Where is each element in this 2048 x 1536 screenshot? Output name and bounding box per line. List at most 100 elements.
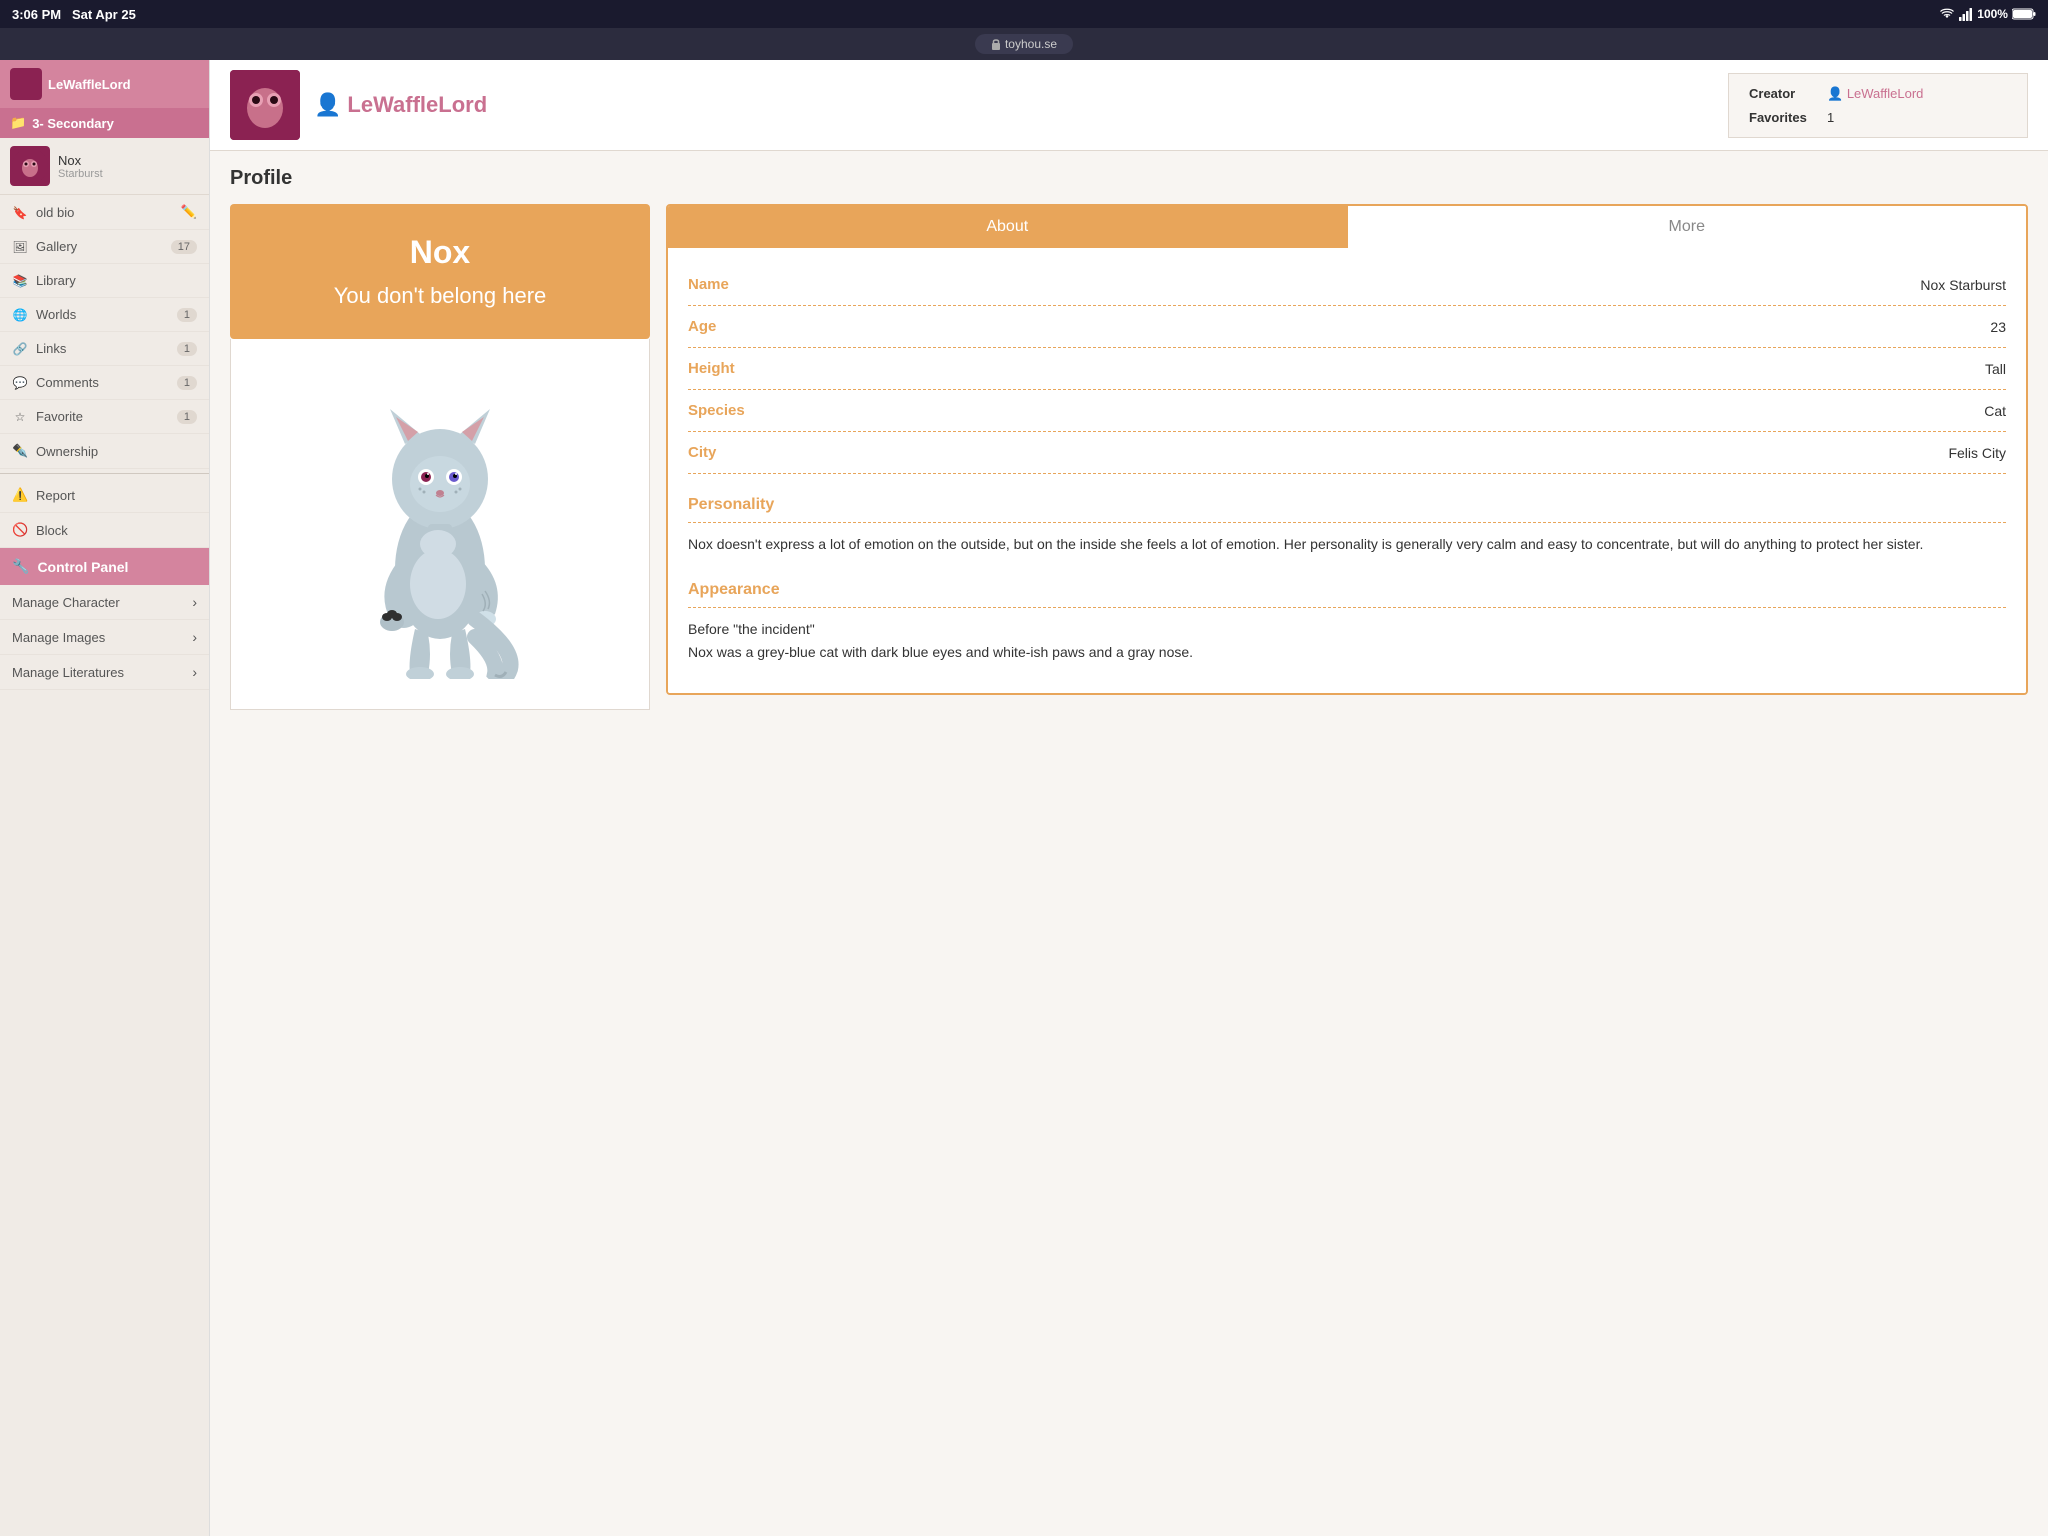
char-illustration [320,359,560,679]
nav-label-library: Library [36,273,76,288]
chevron-right-icon-2 [192,629,197,645]
nav-label-comments: Comments [36,375,99,390]
char-thumb [10,146,50,186]
url-text: toyhou.se [1005,37,1057,51]
sidebar-char-name: Nox [58,153,103,168]
field-label-city: City [688,444,716,461]
favorites-row: Favorites 1 [1749,110,2007,125]
sidebar-manage-literatures[interactable]: Manage Literatures [0,655,209,690]
banner-name: Nox [250,234,630,271]
personality-text: Nox doesn't express a lot of emotion on … [688,533,2006,555]
sidebar-item-report[interactable]: ⚠️ Report [0,478,209,513]
main-content: 👤 LeWaffleLord Creator 👤 LeWaffleLord Fa… [210,60,2048,1536]
block-icon: 🚫 [12,522,28,538]
favorites-count: 1 [1827,110,1834,125]
sidebar-item-ownership[interactable]: ✒️ Ownership [0,434,209,469]
ownership-icon: ✒️ [12,443,28,459]
field-label-name: Name [688,276,729,293]
nav-label-favorite: Favorite [36,409,83,424]
sidebar-user-header[interactable]: LeWaffleLord [0,60,209,108]
lock-icon [991,38,1001,50]
sidebar-control-panel: 🔧 Control Panel [0,548,209,585]
edit-icon[interactable]: ✏️ [181,204,197,220]
worlds-badge: 1 [177,308,197,322]
field-value-city: Felis City [1948,445,2006,461]
char-header-img [230,70,300,140]
field-value-age: 23 [1990,319,2006,335]
creator-name: 👤 LeWaffleLord [1827,86,1923,102]
field-row-city: City Felis City [688,432,2006,474]
char-header-username: LeWaffleLord [347,92,487,118]
info-panel: About More Name Nox Starburst Age 23 [666,204,2028,695]
signal-icon [1959,7,1973,21]
gallery-badge: 17 [171,240,197,254]
sidebar-folder[interactable]: 📁 3- Secondary [0,108,209,138]
profile-section: Profile Nox You don't belong here [210,151,2048,726]
sidebar-manage-character[interactable]: Manage Character [0,585,209,620]
sidebar-username: LeWaffleLord [48,77,131,92]
sidebar: LeWaffleLord 📁 3- Secondary Nox St [0,60,210,1536]
appearance-header: Appearance [688,569,2006,608]
sidebar-item-gallery[interactable]: Gallery 17 [0,230,209,264]
nav-label-report: Report [36,488,75,503]
status-time: 3:06 PM Sat Apr 25 [12,7,136,22]
url-bar[interactable]: toyhou.se [0,28,2048,60]
app-layout: LeWaffleLord 📁 3- Secondary Nox St [0,60,2048,1536]
tab-about[interactable]: About [668,206,1347,248]
favorite-badge: 1 [177,410,197,424]
creator-row: Creator 👤 LeWaffleLord [1749,86,2007,102]
personality-header: Personality [688,484,2006,523]
sidebar-char-subtitle: Starburst [58,168,103,180]
book-icon [12,273,28,288]
folder-label: 3- Secondary [32,116,114,131]
chevron-right-icon-3 [192,664,197,680]
field-row-height: Height Tall [688,348,2006,390]
field-row-species: Species Cat [688,390,2006,432]
sidebar-item-comments[interactable]: Comments 1 [0,366,209,400]
char-header-bar: 👤 LeWaffleLord Creator 👤 LeWaffleLord Fa… [210,60,2048,151]
field-value-height: Tall [1985,361,2006,377]
sidebar-character-item[interactable]: Nox Starburst [0,138,209,195]
sidebar-item-favorite[interactable]: Favorite 1 [0,400,209,434]
folder-icon: 📁 [10,115,26,131]
field-label-height: Height [688,360,735,377]
left-panel: Nox You don't belong here [230,204,650,710]
tab-more[interactable]: More [1347,206,2027,248]
info-tabs: About More [668,206,2026,248]
sidebar-manage-images[interactable]: Manage Images [0,620,209,655]
wifi-icon [1939,8,1955,20]
field-value-species: Cat [1984,403,2006,419]
nav-label-ownership: Ownership [36,444,98,459]
wrench-icon: 🔧 [12,558,29,575]
personality-section: Personality Nox doesn't express a lot of… [688,474,2006,555]
link-icon [12,341,28,356]
creator-box: Creator 👤 LeWaffleLord Favorites 1 [1728,73,2028,138]
nav-label-old-bio: old bio [36,205,74,220]
manage-character-label: Manage Character [12,595,120,610]
sidebar-item-links[interactable]: Links 1 [0,332,209,366]
control-panel-label: Control Panel [37,559,128,575]
photo-icon [12,239,28,254]
banner-tagline: You don't belong here [250,283,630,309]
appearance-text: Before "the incident"Nox was a grey-blue… [688,618,2006,663]
field-row-age: Age 23 [688,306,2006,348]
char-header-thumb [230,70,300,140]
url-pill[interactable]: toyhou.se [975,34,1073,54]
nav-label-gallery: Gallery [36,239,77,254]
nav-label-block: Block [36,523,68,538]
field-value-name: Nox Starburst [1920,277,2006,293]
info-content: Name Nox Starburst Age 23 Height Tall [668,248,2026,693]
manage-literatures-label: Manage Literatures [12,665,124,680]
sidebar-item-worlds[interactable]: Worlds 1 [0,298,209,332]
profile-title: Profile [230,167,2028,190]
status-bar: 3:06 PM Sat Apr 25 100% [0,0,2048,28]
sidebar-item-library[interactable]: Library [0,264,209,298]
manage-images-label: Manage Images [12,630,105,645]
sidebar-item-old-bio[interactable]: old bio ✏️ [0,195,209,230]
char-header-name: 👤 LeWaffleLord [314,92,487,118]
sidebar-item-block[interactable]: 🚫 Block [0,513,209,548]
favorites-label: Favorites [1749,110,1819,125]
field-label-species: Species [688,402,745,419]
user-avatar [10,68,42,100]
profile-columns: Nox You don't belong here [230,204,2028,710]
